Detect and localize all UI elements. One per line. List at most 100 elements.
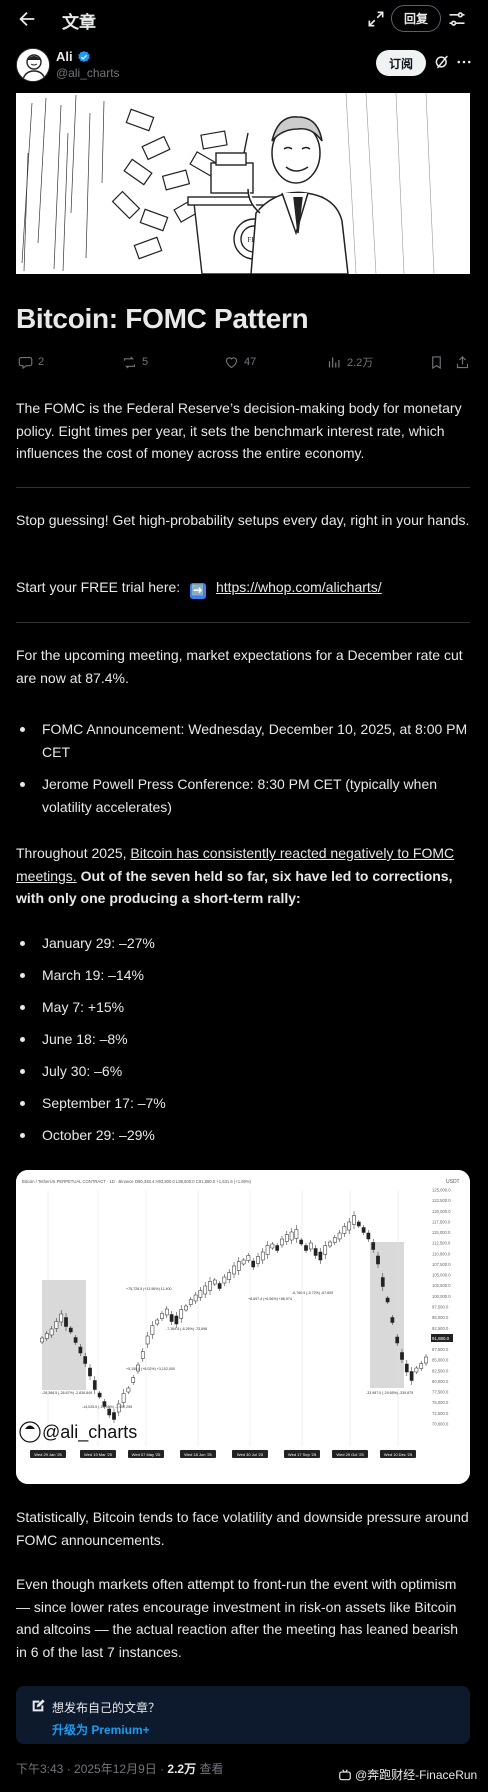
premium-question: 想发布自己的文章？ xyxy=(52,1701,161,1715)
candle-body xyxy=(174,1315,179,1325)
engagement-bar: 2 5 47 2.2万 xyxy=(0,352,488,372)
price-tick-label: 97,500.0 xyxy=(432,1305,449,1310)
price-tick-label: 117,500.0 xyxy=(432,1219,451,1224)
more-horizontal-icon xyxy=(457,60,471,64)
measurement-label: +5,150.0 (+6.02%) +3,102,000 xyxy=(126,1367,175,1371)
candle-body xyxy=(241,1259,246,1265)
author-handle[interactable]: @ali_charts xyxy=(56,66,120,80)
expand-icon xyxy=(368,11,384,27)
bookmark-action[interactable] xyxy=(429,352,444,372)
candle-body xyxy=(92,1380,97,1390)
price-tick-label: 120,000.0 xyxy=(432,1209,451,1214)
divider xyxy=(16,487,470,488)
date-tick-label: Wed 29 Oct '25 xyxy=(336,1452,364,1457)
date-tick-label: Wed 07 May '25 xyxy=(132,1452,161,1457)
measurement-label: -6,760.9 (-5.72%) -67,609 xyxy=(292,1291,333,1295)
list-item: Jerome Powell Press Conference: 8:30 PM … xyxy=(16,773,472,818)
candle-body xyxy=(323,1245,328,1255)
candle-body xyxy=(193,1294,198,1302)
subscribe-button[interactable]: 订阅 xyxy=(376,50,426,76)
candle-body xyxy=(227,1272,232,1280)
candle-body xyxy=(366,1232,371,1240)
candle-body xyxy=(97,1392,102,1398)
date-tick-label: Wed 29 Jan '25 xyxy=(34,1452,62,1457)
candle-body xyxy=(299,1239,304,1245)
reply-action[interactable]: 2 xyxy=(18,352,44,372)
history-prefix: Throughout 2025, xyxy=(16,845,127,861)
adjust-button[interactable] xyxy=(447,9,467,29)
like-action[interactable]: 47 xyxy=(224,352,256,372)
trial-link[interactable]: https://whop.com/alicharts/ xyxy=(216,579,382,595)
page-title: 文章 xyxy=(62,13,96,32)
views-action[interactable]: 2.2万 xyxy=(327,352,373,372)
repost-action[interactable]: 5 xyxy=(122,352,148,372)
candle-body xyxy=(280,1238,284,1246)
reply-count: 2 xyxy=(38,356,45,368)
candle-body xyxy=(419,1363,424,1369)
analytics-icon xyxy=(328,357,340,367)
candle-body xyxy=(380,1277,385,1287)
candle-body xyxy=(352,1215,356,1225)
price-tick-label: 110,000.0 xyxy=(432,1251,451,1256)
source-watermark-text: @奔跑财经-FinaceRun xyxy=(355,1768,478,1782)
stat-paragraph: Statistically, Bitcoin tends to face vol… xyxy=(16,1509,469,1548)
candle-body xyxy=(49,1328,54,1336)
candle-body xyxy=(78,1346,83,1354)
avatar-portrait-icon xyxy=(17,49,49,81)
repost-icon xyxy=(123,355,136,369)
grok-button[interactable] xyxy=(433,53,451,71)
list-item: June 18: –8% xyxy=(16,1028,472,1051)
measurement-label: -28,368.5 (-26.67%) -2,836,849 xyxy=(42,1391,92,1395)
expand-button[interactable] xyxy=(366,9,386,29)
list-item: September 17: –7% xyxy=(16,1092,472,1115)
candle-body xyxy=(112,1412,116,1420)
author-name[interactable]: Ali xyxy=(56,49,91,64)
post-timestamp[interactable]: 下午3:43 · 2025年12月9日 · xyxy=(16,1762,164,1776)
candle-body xyxy=(68,1327,73,1333)
candle-body xyxy=(145,1335,150,1345)
trial-paragraph: Start your FREE trial here: ➡️ https://w… xyxy=(16,576,472,599)
candle-body xyxy=(126,1387,131,1393)
candle-body xyxy=(198,1290,203,1298)
watermark-avatar-icon xyxy=(19,1421,41,1443)
post-view-count: 2.2万 xyxy=(167,1762,197,1776)
more-button[interactable] xyxy=(455,53,473,71)
candle-body xyxy=(304,1245,308,1251)
price-tick-label: 75,000.0 xyxy=(432,1400,449,1405)
chart-watermark-handle: @ali_charts xyxy=(42,1422,137,1443)
price-tick-label: 105,000.0 xyxy=(432,1273,451,1278)
candle-body xyxy=(424,1356,428,1364)
history-bold: Out of the seven held so far, six have l… xyxy=(16,867,453,907)
intro-paragraph: The FOMC is the Federal Reserve’s decisi… xyxy=(16,400,462,461)
price-tick-label: 77,500.0 xyxy=(432,1390,449,1395)
price-tick-label: 70,000.0 xyxy=(432,1422,449,1427)
date-tick-label: Wed 30 Jul '25 xyxy=(237,1452,264,1457)
upgrade-premium-link[interactable]: 升级为 Premium+ xyxy=(52,1721,150,1738)
price-tick-label: 100,000.0 xyxy=(432,1294,451,1299)
post-meta: 下午3:43 · 2025年12月9日 · 2.2万 查看 xyxy=(16,1760,223,1777)
candle-body xyxy=(256,1256,260,1264)
share-action[interactable] xyxy=(455,352,470,372)
verified-badge-icon xyxy=(77,50,90,62)
candle-body xyxy=(59,1313,64,1323)
candle-body xyxy=(222,1276,227,1284)
bitcoin-fomc-chart-image[interactable]: Bitcoin / TetherUS PERPETUAL CONTRACT · … xyxy=(16,1170,470,1484)
chart-header-text: Bitcoin / TetherUS PERPETUAL CONTRACT · … xyxy=(22,1179,252,1184)
candle-body xyxy=(107,1408,112,1416)
price-tick-label: 87,500.0 xyxy=(432,1347,449,1352)
expectation-paragraph: For the upcoming meeting, market expecta… xyxy=(16,647,463,686)
closing-paragraph: Even though markets often attempt to fro… xyxy=(16,1576,459,1660)
candle-body xyxy=(318,1251,323,1261)
candle-body xyxy=(184,1305,188,1311)
chart-currency: USDT xyxy=(446,1179,460,1185)
price-tick-label: 122,500.0 xyxy=(432,1198,451,1203)
candle-body xyxy=(83,1356,88,1364)
back-button[interactable] xyxy=(16,8,38,30)
reply-button[interactable]: 回复 xyxy=(391,5,441,32)
candle-body xyxy=(289,1231,294,1241)
avatar[interactable] xyxy=(16,48,50,82)
date-tick-label: Wed 18 Jun '25 xyxy=(184,1452,212,1457)
candle-body xyxy=(347,1221,352,1231)
candle-body xyxy=(188,1299,193,1305)
candle-body xyxy=(414,1367,419,1373)
